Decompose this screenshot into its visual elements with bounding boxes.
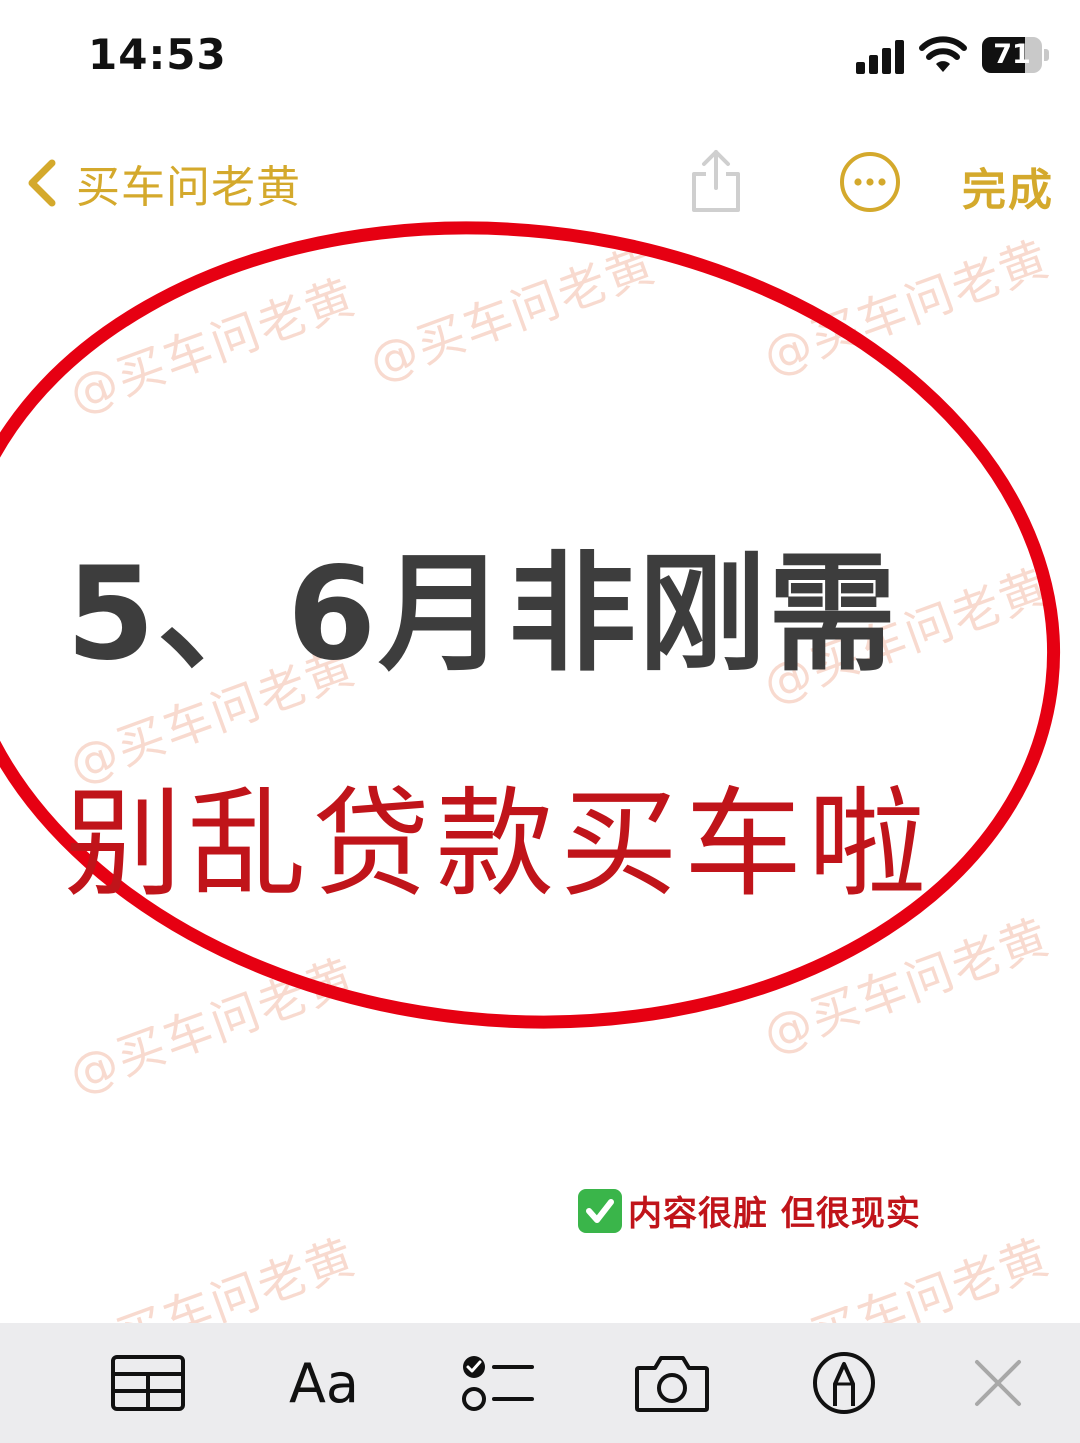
checkmark-icon bbox=[578, 1188, 622, 1233]
status-time: 14:53 bbox=[88, 30, 227, 79]
share-icon[interactable] bbox=[686, 144, 746, 216]
watermark: @买车问老黄 bbox=[62, 268, 364, 424]
watermark: @买车问老黄 bbox=[756, 908, 1058, 1064]
camera-icon[interactable] bbox=[632, 1347, 712, 1419]
watermark: @买车问老黄 bbox=[62, 948, 364, 1104]
table-icon[interactable] bbox=[108, 1347, 188, 1419]
note-headline: 5、6月非刚需 bbox=[66, 540, 899, 689]
close-icon[interactable] bbox=[958, 1347, 1038, 1419]
watermark: @买车问老黄 bbox=[362, 236, 664, 392]
back-label: 买车问老黄 bbox=[76, 162, 301, 213]
status-bar: 14:53 71 bbox=[0, 0, 1080, 110]
bottom-toolbar: Aa bbox=[0, 1323, 1080, 1443]
watermark: @买车问老黄 bbox=[756, 230, 1058, 386]
markup-pen-icon[interactable] bbox=[804, 1347, 884, 1419]
note-tag: 内容很脏 但很现实 bbox=[578, 1186, 921, 1235]
text-format-button[interactable]: Aa bbox=[284, 1347, 364, 1419]
note-caption: 内容很脏 但很现实 bbox=[628, 1194, 921, 1234]
cellular-signal-icon bbox=[856, 40, 906, 74]
checklist-icon[interactable] bbox=[458, 1347, 538, 1419]
more-options-icon[interactable] bbox=[838, 150, 902, 214]
battery-level: 71 bbox=[993, 39, 1031, 70]
nav-bar: 买车问老黄 完成 bbox=[0, 130, 1080, 230]
note-subheadline: 别乱贷款买车啦 bbox=[64, 775, 933, 913]
chevron-left-icon bbox=[28, 159, 56, 207]
done-button[interactable]: 完成 bbox=[962, 154, 1054, 218]
battery-icon: 71 bbox=[982, 37, 1050, 73]
back-button[interactable]: 买车问老黄 bbox=[20, 150, 301, 216]
wifi-icon bbox=[919, 36, 967, 72]
